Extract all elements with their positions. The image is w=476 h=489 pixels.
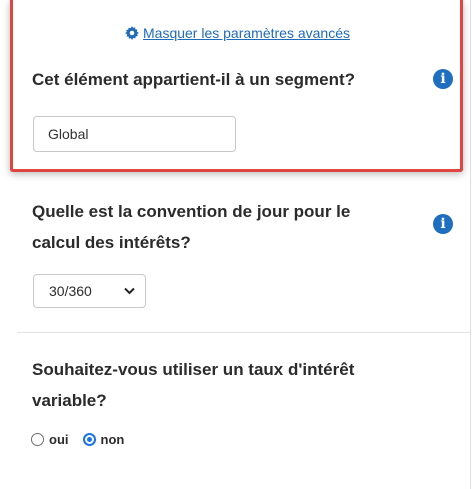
segment-input[interactable] <box>33 116 236 152</box>
variable-rate-question: Souhaitez-vous utiliser un taux d'intérê… <box>32 354 354 416</box>
info-icon[interactable]: i <box>433 214 453 234</box>
radio-oui-label: oui <box>49 432 69 447</box>
radio-option-non[interactable]: non <box>82 432 125 447</box>
segment-question: Cet élément appartient-il à un segment? <box>32 70 356 89</box>
hide-advanced-settings-link[interactable]: Masquer les paramètres avancés <box>125 25 350 41</box>
day-convention-question-line1: Quelle est la convention de jour pour le <box>32 202 351 221</box>
radio-non-label: non <box>100 432 125 447</box>
variable-rate-question-line1: Souhaitez-vous utiliser un taux d'intérê… <box>32 360 355 379</box>
radio-non[interactable] <box>82 433 96 446</box>
column-right-border <box>470 0 476 489</box>
hide-advanced-settings-label: Masquer les paramètres avancés <box>143 25 350 41</box>
day-convention-question-line2: calcul des intérêts? <box>32 233 191 252</box>
chevron-down-icon <box>124 287 135 295</box>
variable-rate-radio-group: oui non <box>31 432 124 447</box>
section-divider <box>17 332 470 333</box>
day-convention-question: Quelle est la convention de jour pour le… <box>32 196 350 258</box>
variable-rate-question-line2: variable? <box>32 391 107 410</box>
radio-oui[interactable] <box>31 433 44 446</box>
day-convention-selected-value: 30/360 <box>49 283 92 299</box>
radio-option-oui[interactable]: oui <box>31 432 69 447</box>
day-convention-select[interactable]: 30/360 <box>33 274 146 308</box>
gear-icon <box>125 26 139 40</box>
info-icon[interactable]: i <box>433 69 453 89</box>
advanced-settings-form: Masquer les paramètres avancés Cet éléme… <box>0 0 476 489</box>
